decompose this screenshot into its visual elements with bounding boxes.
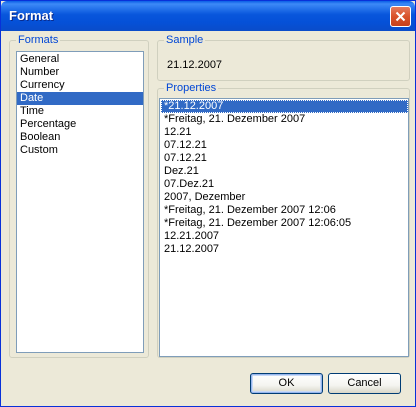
property-item[interactable]: 07.Dez.21 — [161, 178, 408, 191]
format-item-time[interactable]: Time — [17, 105, 143, 118]
close-button[interactable] — [390, 6, 411, 27]
property-item[interactable]: Dez.21 — [161, 165, 408, 178]
properties-group: Properties *21.12.2007 *Freitag, 21. Deze… — [157, 82, 410, 358]
properties-legend: Properties — [164, 82, 219, 95]
format-item-currency[interactable]: Currency — [17, 79, 143, 92]
format-item-boolean[interactable]: Boolean — [17, 131, 143, 144]
cancel-button[interactable]: Cancel — [328, 373, 401, 394]
dialog-title: Format — [9, 8, 54, 23]
property-item[interactable]: *Freitag, 21. Dezember 2007 — [161, 113, 408, 126]
property-item[interactable]: 12.21.2007 — [161, 230, 408, 243]
property-item[interactable]: 07.12.21 — [161, 139, 408, 152]
format-item-custom[interactable]: Custom — [17, 144, 143, 157]
sample-legend: Sample — [164, 34, 206, 47]
sample-group: Sample 21.12.2007 — [157, 34, 410, 81]
property-item[interactable]: *Freitag, 21. Dezember 2007 12:06:05 — [161, 217, 408, 230]
format-item-date[interactable]: Date — [17, 92, 143, 105]
properties-list[interactable]: *21.12.2007 *Freitag, 21. Dezember 2007 12… — [159, 98, 409, 357]
property-item[interactable]: *21.12.2007 — [161, 100, 408, 113]
title-bar[interactable]: Format — [1, 1, 415, 31]
format-item-general[interactable]: General — [17, 53, 143, 66]
property-item[interactable]: 07.12.21 — [161, 152, 408, 165]
ok-button[interactable]: OK — [250, 373, 323, 394]
formats-legend: Formats — [16, 34, 61, 47]
property-item[interactable]: 2007, Dezember — [161, 191, 408, 204]
format-dialog: Format Formats General Number Currency Date… — [0, 0, 416, 407]
format-item-number[interactable]: Number — [17, 66, 143, 79]
formats-group: Formats General Number Currency Date Time Per… — [9, 34, 149, 358]
format-item-percentage[interactable]: Percentage — [17, 118, 143, 131]
property-item[interactable]: 21.12.2007 — [161, 243, 408, 256]
property-item[interactable]: *Freitag, 21. Dezember 2007 12:06 — [161, 204, 408, 217]
sample-value: 21.12.2007 — [167, 59, 223, 71]
property-item[interactable]: 12.21 — [161, 126, 408, 139]
formats-list[interactable]: General Number Currency Date Time Percentage B… — [16, 51, 144, 353]
